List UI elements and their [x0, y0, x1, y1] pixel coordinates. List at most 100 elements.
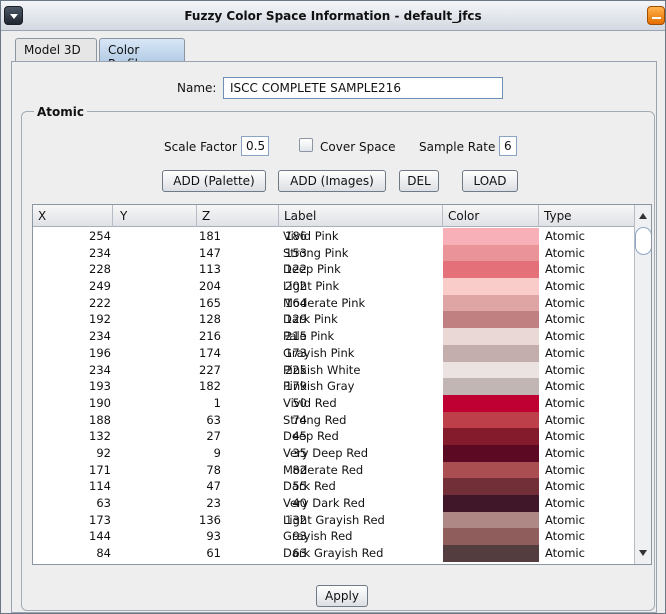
- table-row[interactable]: 188 63 74 Strong Red Atomic: [33, 411, 635, 429]
- table-row[interactable]: 222 165 164 Moderate Pink Atomic: [33, 294, 635, 312]
- table-row[interactable]: 234 227 225 Pinkish White Atomic: [33, 361, 635, 379]
- apply-button[interactable]: Apply: [316, 585, 368, 607]
- minimize-icon[interactable]: [647, 6, 665, 25]
- cell-type: Atomic: [545, 279, 585, 294]
- cell-x: 171: [89, 462, 111, 477]
- cell-type: Atomic: [545, 496, 585, 510]
- cell-x: 84: [96, 546, 111, 561]
- title-bar: Fuzzy Color Space Information - default_…: [1, 1, 665, 31]
- sample-rate-label: Sample Rate: [419, 140, 496, 154]
- cell-x: 63: [96, 496, 111, 510]
- cell-type: Atomic: [545, 429, 585, 444]
- cell-color-swatch: [443, 511, 539, 529]
- cell-type: Atomic: [545, 546, 585, 561]
- cell-type: Atomic: [545, 295, 585, 310]
- cell-type: Atomic: [545, 479, 585, 494]
- cell-x: 196: [89, 345, 111, 360]
- column-header-label[interactable]: Label: [279, 205, 443, 227]
- column-header-y[interactable]: Y: [115, 205, 197, 227]
- cell-type: Atomic: [545, 379, 585, 394]
- cell-label: Very Dark Red: [283, 496, 366, 510]
- cell-color-swatch: [443, 378, 539, 395]
- table-row[interactable]: 132 27 45 Deep Red Atomic: [33, 428, 635, 445]
- cell-color-swatch: [443, 294, 539, 312]
- table-row[interactable]: 234 147 153 Strong Pink Atomic: [33, 244, 635, 262]
- table-row[interactable]: 63 23 40 Very Dark Red Atomic: [33, 495, 635, 512]
- scrollbar-thumb[interactable]: [635, 227, 651, 255]
- load-button[interactable]: LOAD: [462, 170, 518, 192]
- scale-factor-input[interactable]: 0.5: [241, 136, 269, 156]
- delete-button[interactable]: DEL: [399, 170, 439, 192]
- cell-type: Atomic: [545, 262, 585, 277]
- table-row[interactable]: 84 61 63 Dark Grayish Red Atomic: [33, 545, 635, 562]
- cell-type: Atomic: [545, 412, 585, 427]
- cell-color-swatch: [443, 495, 539, 512]
- table-row[interactable]: 234 216 215 Pale Pink Atomic: [33, 328, 635, 345]
- cell-x: 144: [89, 529, 111, 544]
- cell-color-swatch: [443, 344, 539, 362]
- cell-color-swatch: [443, 228, 539, 245]
- cell-x: 193: [89, 379, 111, 394]
- table-row[interactable]: 249 204 202 Light Pink Atomic: [33, 278, 635, 295]
- cell-label: Light Pink: [283, 279, 340, 294]
- column-header-type[interactable]: Type: [539, 205, 635, 227]
- cell-label: Dark Pink: [283, 312, 338, 327]
- table-row[interactable]: 144 93 93 Grayish Red Atomic: [33, 528, 635, 546]
- column-header-z[interactable]: Z: [197, 205, 279, 227]
- tab-color-profile[interactable]: Color Profile: [99, 38, 185, 71]
- table-row[interactable]: 196 174 173 Grayish Pink Atomic: [33, 344, 635, 362]
- cell-x: 173: [89, 512, 111, 527]
- column-header-x[interactable]: X: [33, 205, 113, 227]
- table-row[interactable]: 193 182 179 Pinkish Gray Atomic: [33, 378, 635, 395]
- cell-label: Dark Grayish Red: [283, 546, 384, 561]
- column-header-color[interactable]: Color: [443, 205, 539, 227]
- cover-space-label: Cover Space: [320, 140, 396, 154]
- cell-label: Pale Pink: [283, 329, 335, 344]
- cell-x: 92: [96, 445, 111, 460]
- cell-label: Moderate Pink: [283, 295, 366, 310]
- table-row[interactable]: 92 9 35 Very Deep Red Atomic: [33, 444, 635, 462]
- sample-rate-input[interactable]: 6: [499, 136, 517, 156]
- table-row[interactable]: 114 47 55 Dark Red Atomic: [33, 478, 635, 495]
- cell-x: 222: [89, 295, 111, 310]
- cell-label: Grayish Red: [283, 529, 353, 544]
- cover-space-checkbox[interactable]: [299, 138, 313, 152]
- cell-x: 249: [89, 279, 111, 294]
- table-row[interactable]: 171 78 82 Moderate Red Atomic: [33, 461, 635, 479]
- window-title: Fuzzy Color Space Information - default_…: [184, 9, 482, 23]
- cell-color-swatch: [443, 311, 539, 329]
- cell-label: Grayish Pink: [283, 345, 355, 360]
- table-row[interactable]: 254 181 186 Vivid Pink Atomic: [33, 228, 635, 245]
- cell-type: Atomic: [545, 345, 585, 360]
- tab-model-3d[interactable]: Model 3D: [15, 38, 97, 61]
- cell-x: 228: [89, 262, 111, 277]
- cell-label: Deep Pink: [283, 262, 341, 277]
- cell-color-swatch: [443, 394, 539, 412]
- cell-label: Pinkish White: [283, 362, 361, 377]
- table-row[interactable]: 173 136 132 Light Grayish Red Atomic: [33, 511, 635, 529]
- table-row[interactable]: 190 1 50 Vivid Red Atomic: [33, 394, 635, 412]
- scroll-up-icon[interactable]: [639, 213, 647, 219]
- cell-type: Atomic: [545, 329, 585, 344]
- name-field[interactable]: ISCC COMPLETE SAMPLE216: [223, 77, 503, 99]
- cell-color-swatch: [443, 444, 539, 462]
- cell-color-swatch: [443, 244, 539, 262]
- cell-type: Atomic: [545, 529, 585, 544]
- add-palette-button[interactable]: ADD (Palette): [162, 170, 266, 192]
- table-row[interactable]: 228 113 122 Deep Pink Atomic: [33, 261, 635, 279]
- cell-color-swatch: [443, 411, 539, 429]
- cell-color-swatch: [443, 361, 539, 379]
- add-images-button[interactable]: ADD (Images): [278, 170, 386, 192]
- cell-type: Atomic: [545, 445, 585, 460]
- vertical-scrollbar[interactable]: [634, 205, 651, 564]
- table-row[interactable]: 192 128 129 Dark Pink Atomic: [33, 311, 635, 329]
- app-window: Fuzzy Color Space Information - default_…: [0, 0, 666, 614]
- cell-label: Strong Red: [283, 412, 347, 427]
- cell-color-swatch: [443, 328, 539, 345]
- table-header: X Y Z Label Color Type: [33, 205, 635, 227]
- cell-label: Light Grayish Red: [283, 512, 385, 527]
- scroll-down-icon[interactable]: [639, 550, 647, 556]
- cell-label: Moderate Red: [283, 462, 364, 477]
- cell-label: Dark Red: [283, 479, 336, 494]
- cell-label: Deep Red: [283, 429, 339, 444]
